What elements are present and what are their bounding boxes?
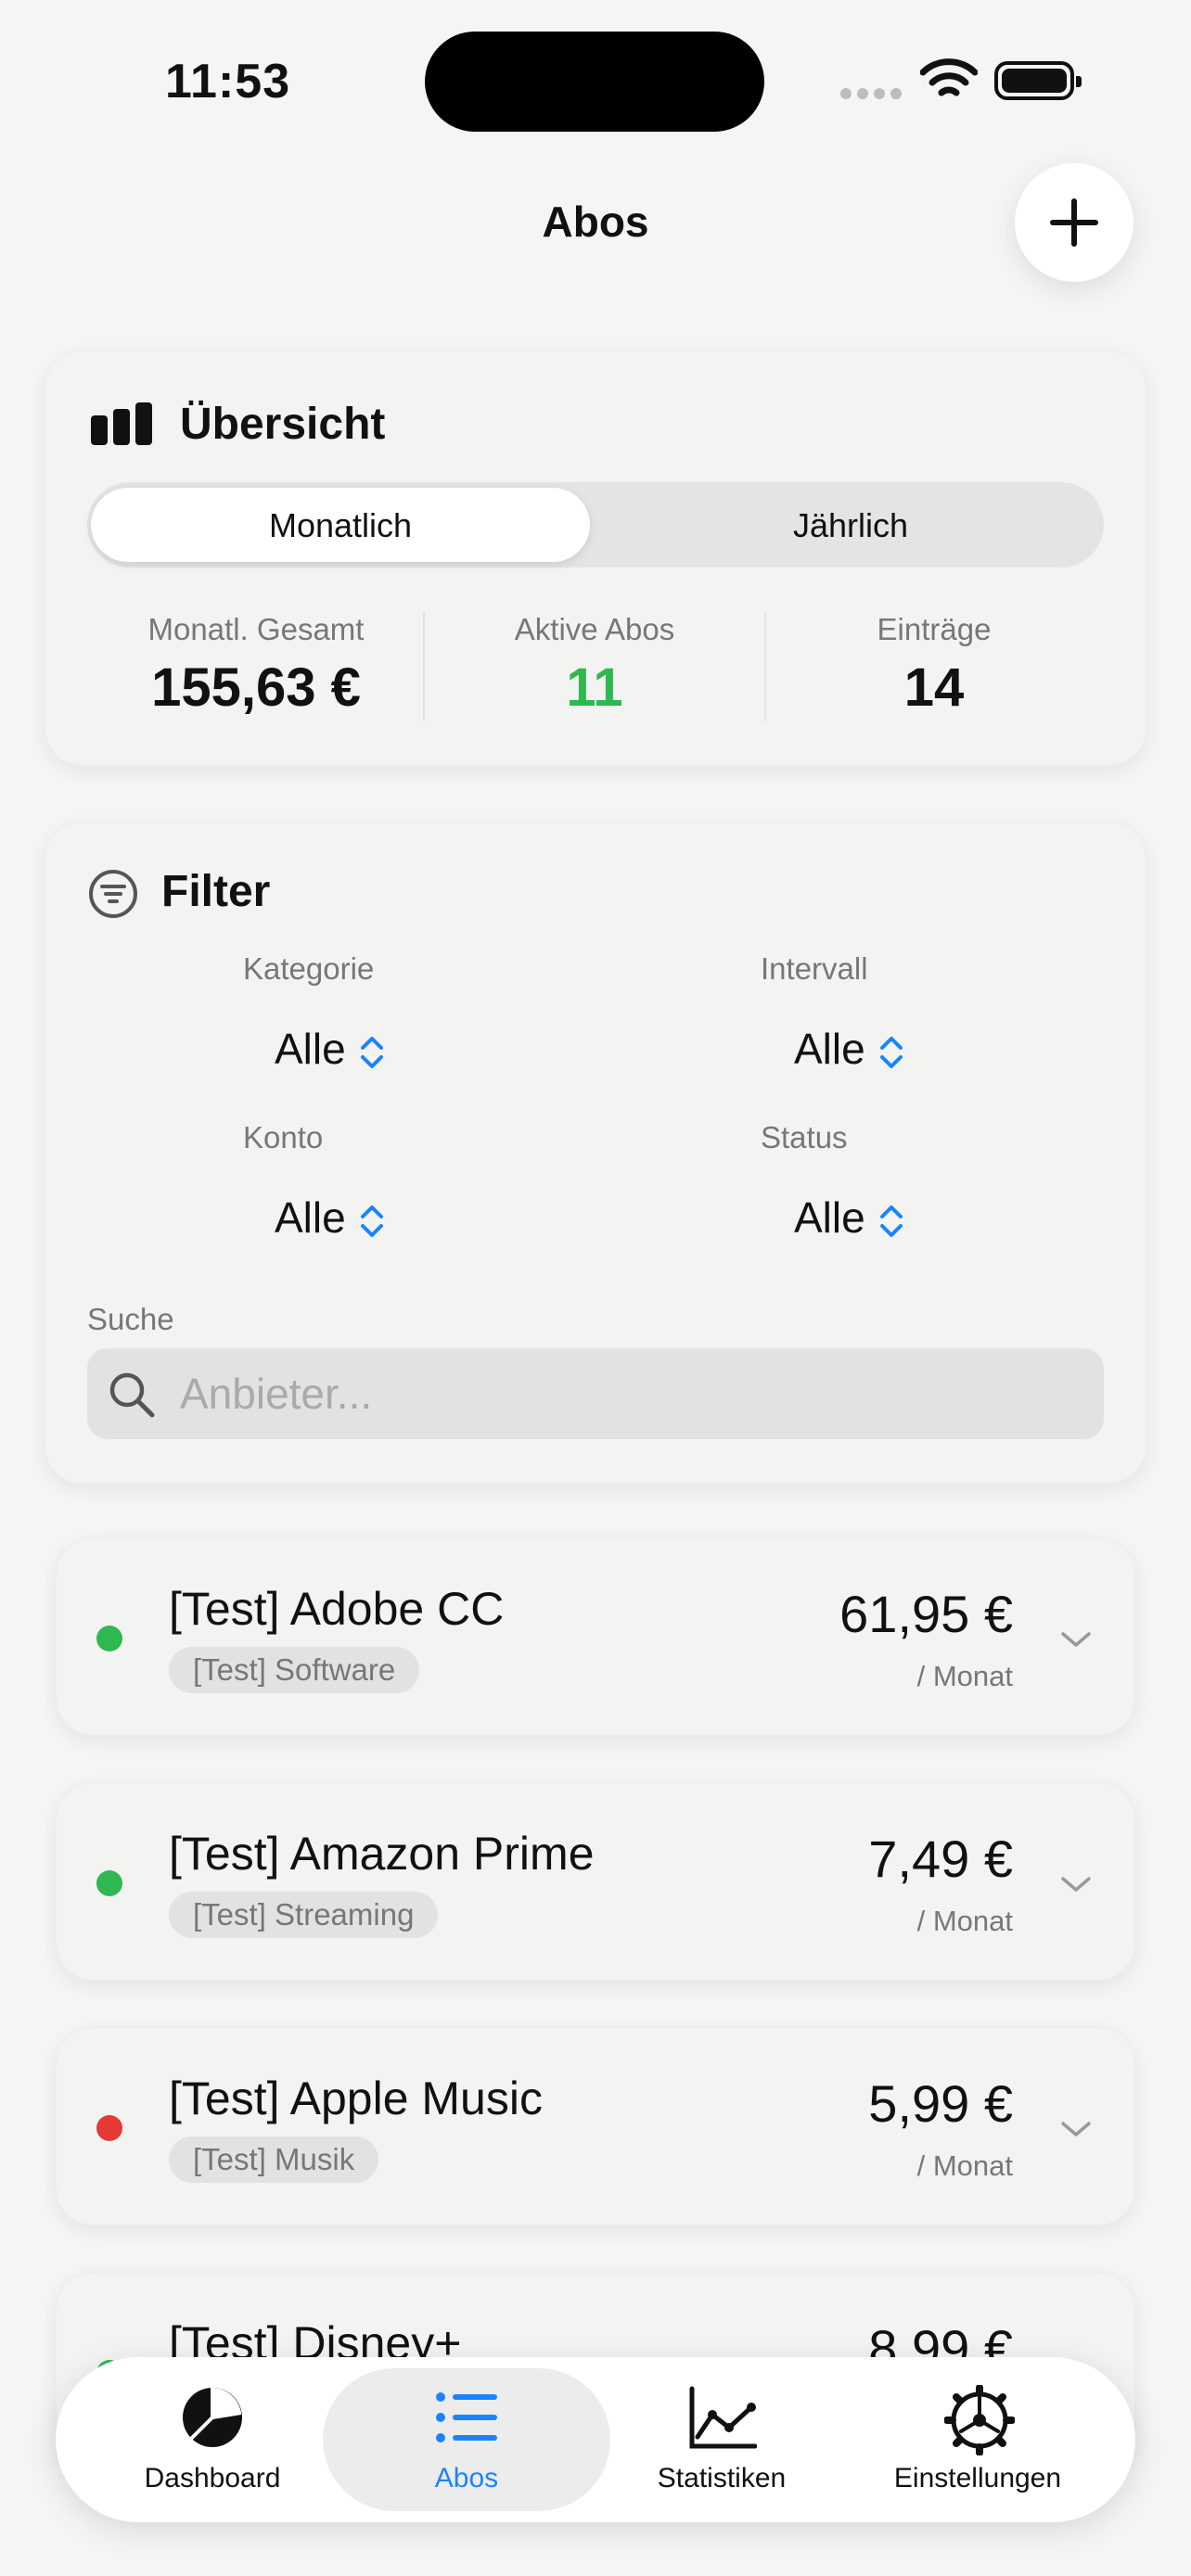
wifi-icon bbox=[919, 57, 979, 107]
filter-icon bbox=[87, 868, 139, 925]
chevron-up-down-icon bbox=[360, 1205, 383, 1237]
segment-monthly[interactable]: Monatlich bbox=[91, 506, 590, 545]
cellular-signal-icon bbox=[840, 87, 907, 104]
tab-dashboard[interactable]: Dashboard bbox=[101, 2463, 324, 2494]
list-icon[interactable] bbox=[434, 2385, 499, 2455]
filter-interval-label: Intervall bbox=[761, 951, 868, 986]
status-dot-inactive bbox=[96, 2115, 122, 2141]
category-badge: [Test] Software bbox=[169, 1647, 420, 1693]
search-label: Suche bbox=[87, 1302, 174, 1336]
tab-abos[interactable]: Abos bbox=[355, 2463, 578, 2494]
subscription-period: / Monat bbox=[916, 1905, 1013, 1937]
filter-category-label: Kategorie bbox=[243, 951, 375, 986]
filter-interval-value: Alle bbox=[794, 1025, 865, 1073]
pie-chart-icon[interactable] bbox=[180, 2385, 245, 2455]
stat-entries-value: 14 bbox=[903, 657, 965, 718]
subscription-price: 61,95 € bbox=[839, 1585, 1013, 1643]
search-placeholder: Anbieter... bbox=[180, 1370, 373, 1418]
chevron-down-icon[interactable] bbox=[1057, 1628, 1095, 1655]
chevron-down-icon[interactable] bbox=[1057, 2118, 1095, 2145]
line-chart-icon[interactable] bbox=[688, 2385, 758, 2455]
filter-account-value: Alle bbox=[275, 1193, 346, 1242]
subscription-price: 7,49 € bbox=[868, 1830, 1013, 1888]
filter-account-label: Konto bbox=[243, 1120, 324, 1154]
filter-status-value: Alle bbox=[794, 1193, 865, 1242]
subscription-period: / Monat bbox=[916, 2149, 1013, 2182]
tab-einstellungen[interactable]: Einstellungen bbox=[866, 2463, 1089, 2494]
filter-status-picker[interactable]: Alle bbox=[794, 1192, 904, 1243]
gear-icon[interactable] bbox=[943, 2384, 1016, 2460]
filter-status-label: Status bbox=[761, 1120, 848, 1154]
category-badge: [Test] Musik bbox=[169, 2136, 379, 2183]
stat-active-value: 11 bbox=[566, 657, 623, 718]
status-dot-active bbox=[96, 1870, 122, 1896]
page-title: Abos bbox=[542, 198, 649, 246]
subscription-name: [Test] Amazon Prime bbox=[169, 1828, 595, 1880]
filter-category-value: Alle bbox=[275, 1025, 346, 1073]
stat-monthly-total-label: Monatl. Gesamt bbox=[147, 612, 365, 646]
chevron-up-down-icon bbox=[360, 1036, 383, 1068]
segment-yearly[interactable]: Jährlich bbox=[597, 506, 1104, 545]
status-dot-active bbox=[96, 1626, 122, 1651]
subscription-name: [Test] Adobe CC bbox=[169, 1583, 505, 1635]
chevron-down-icon[interactable] bbox=[1057, 1873, 1095, 1900]
bar-chart-icon bbox=[91, 402, 152, 450]
tab-statistiken[interactable]: Statistiken bbox=[610, 2463, 833, 2494]
search-icon bbox=[108, 1371, 156, 1423]
subscription-name: [Test] Apple Music bbox=[169, 2072, 543, 2124]
stat-entries-label: Einträge bbox=[877, 612, 992, 646]
overview-title: Übersicht bbox=[180, 400, 386, 449]
status-time: 11:53 bbox=[165, 55, 291, 108]
filter-category-picker[interactable]: Alle bbox=[275, 1024, 385, 1074]
subscription-price: 5,99 € bbox=[868, 2074, 1013, 2133]
battery-icon bbox=[994, 61, 1082, 100]
dynamic-island bbox=[425, 32, 764, 132]
category-badge: [Test] Streaming bbox=[169, 1892, 439, 1938]
add-subscription-button[interactable] bbox=[1015, 163, 1133, 282]
stat-active-label: Aktive Abos bbox=[514, 612, 675, 646]
chevron-up-down-icon bbox=[879, 1205, 903, 1237]
subscription-period: / Monat bbox=[916, 1660, 1013, 1692]
filter-account-picker[interactable]: Alle bbox=[275, 1192, 385, 1243]
chevron-up-down-icon bbox=[879, 1036, 903, 1068]
stat-monthly-total-value: 155,63 € bbox=[151, 657, 361, 718]
filter-interval-picker[interactable]: Alle bbox=[794, 1024, 904, 1074]
filter-title: Filter bbox=[161, 867, 271, 916]
